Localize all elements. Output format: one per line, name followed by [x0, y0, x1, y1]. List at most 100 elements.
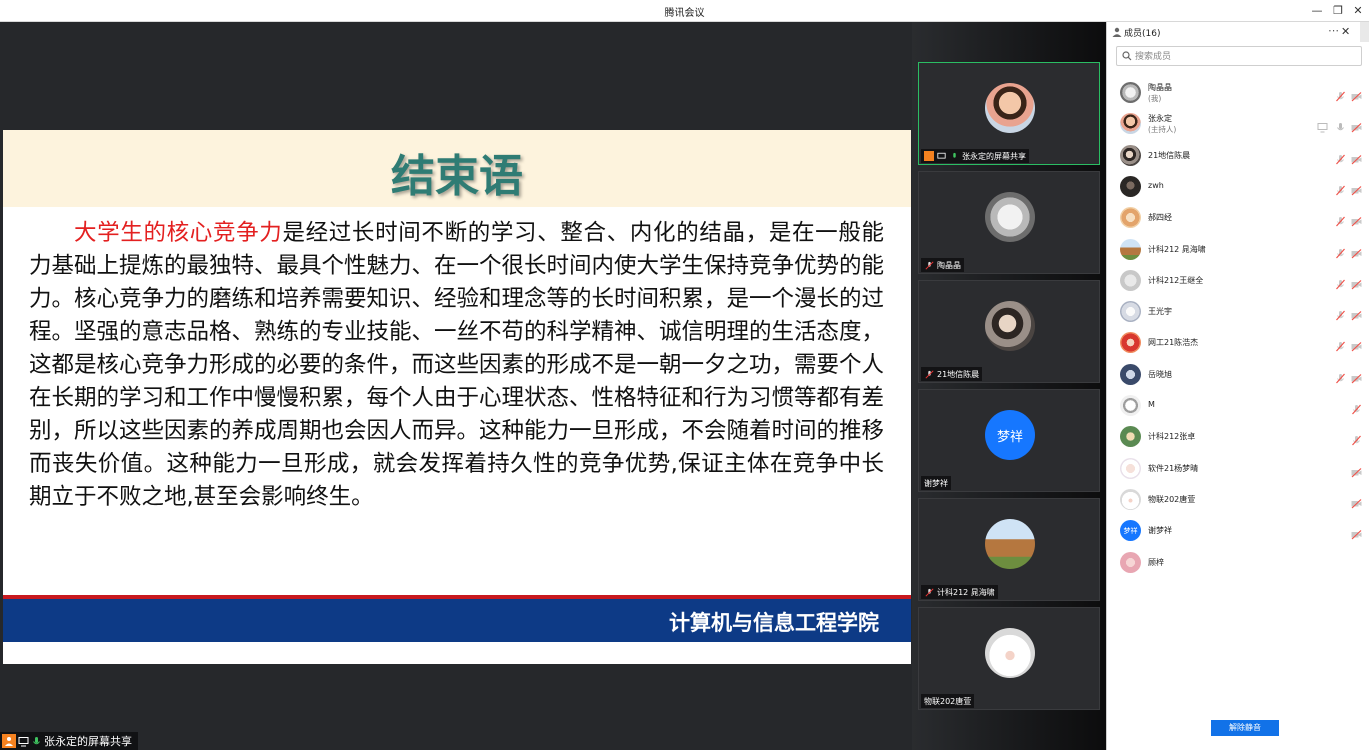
more-icon[interactable]: ⋯ [1328, 24, 1339, 37]
avatar [1120, 301, 1141, 323]
avatar [1120, 113, 1141, 135]
member-name: zwh [1148, 180, 1164, 190]
video-tile[interactable]: 张永定的屏幕共享 [918, 62, 1100, 165]
member-name: 物联202唐萱 [1148, 494, 1196, 504]
avatar [1120, 457, 1141, 479]
member-name: 软件21杨梦晴 [1148, 463, 1199, 473]
tile-name-bar: 陶晶晶 [921, 258, 964, 272]
mic-on-icon [31, 736, 42, 747]
camera-off-icon[interactable] [1351, 306, 1362, 321]
mic-off-icon[interactable] [1335, 150, 1346, 164]
camera-off-icon[interactable] [1351, 87, 1362, 102]
member-name: 顾梓 [1148, 557, 1164, 567]
video-tile[interactable]: 物联202唐萱 [918, 607, 1100, 710]
member-row[interactable]: 物联202唐萱 [1107, 484, 1362, 515]
video-tile[interactable]: 21地信陈晨 [918, 280, 1100, 383]
member-row[interactable]: 计科212张卓 [1107, 421, 1361, 452]
member-row[interactable]: 张永定 (主持人) [1107, 108, 1362, 139]
camera-off-icon[interactable] [1351, 244, 1362, 258]
member-role: (主持人) [1148, 125, 1177, 135]
member-name: 张永定 [1148, 114, 1172, 124]
member-row[interactable]: 顾梓 [1107, 547, 1357, 578]
unmute-all-button[interactable]: 解除静音 [1211, 720, 1279, 736]
tile-name-bar: 计科212 晁海啸 [921, 585, 998, 599]
video-tile[interactable]: 梦祥 谢梦祥 [918, 389, 1100, 492]
minimize-icon[interactable]: — [1309, 3, 1325, 18]
avatar-text: 梦祥 [1123, 526, 1138, 535]
mic-on-icon[interactable] [1335, 118, 1346, 131]
member-row[interactable]: 21地信陈晨 [1107, 140, 1362, 171]
member-name: 计科212王继全 [1148, 275, 1204, 285]
mic-off-icon[interactable] [1335, 212, 1346, 227]
member-row[interactable]: 计科212 晁海啸 [1107, 234, 1362, 265]
mic-off-icon[interactable] [1335, 181, 1346, 196]
camera-off-icon[interactable] [1351, 337, 1362, 352]
search-input[interactable] [1135, 49, 1355, 64]
mic-off-icon[interactable] [1335, 306, 1346, 321]
mic-off-icon[interactable] [1335, 244, 1346, 258]
avatar [985, 192, 1035, 242]
camera-off-icon[interactable] [1351, 212, 1362, 227]
video-tile[interactable]: 陶晶晶 [918, 171, 1100, 274]
restore-icon[interactable]: ❐ [1330, 3, 1346, 18]
member-row[interactable]: 梦祥 谢梦祥 [1107, 515, 1362, 546]
member-name: 计科212 晁海啸 [1148, 244, 1206, 254]
camera-off-icon[interactable] [1351, 369, 1362, 384]
mic-off-icon[interactable] [1351, 400, 1362, 415]
member-name: 计科212张卓 [1148, 432, 1196, 442]
tile-name: 陶晶晶 [937, 260, 961, 270]
member-name: 郝四经 [1148, 213, 1172, 223]
avatar [1120, 426, 1141, 448]
camera-off-icon[interactable] [1351, 463, 1362, 478]
member-row[interactable]: 郝四经 [1107, 202, 1362, 233]
close-panel-icon[interactable]: ✕ [1341, 25, 1350, 38]
avatar [1120, 363, 1141, 385]
member-row[interactable]: 陶晶晶 (我) [1107, 77, 1362, 108]
camera-off-icon[interactable] [1351, 494, 1362, 509]
avatar-text: 梦祥 [996, 429, 1023, 445]
member-row[interactable]: 岳晓旭 [1107, 359, 1362, 390]
mic-off-icon[interactable] [1351, 431, 1362, 446]
mic-on-icon [949, 151, 960, 162]
search-box[interactable] [1116, 46, 1362, 66]
avatar [985, 519, 1035, 569]
screen-share-icon [936, 151, 947, 162]
presentation-slide: 结束语 大学生的核心竞争力是经过长时间不断的学习、整合、内化的结晶，是在一般能力… [3, 130, 911, 664]
member-row[interactable]: 网工21陈浩杰 [1107, 327, 1362, 358]
member-name: 谢梦祥 [1148, 526, 1172, 536]
panel-title: 成员(16) [1124, 29, 1161, 39]
tile-name: 计科212 晁海啸 [937, 587, 995, 597]
host-icon [2, 734, 16, 748]
camera-off-icon[interactable] [1351, 525, 1362, 540]
slide-footer: 计算机与信息工程学院 [3, 599, 911, 642]
slide-highlight: 大学生的核心竞争力 [74, 220, 283, 246]
camera-off-icon[interactable] [1351, 118, 1362, 133]
member-row[interactable]: 计科212王继全 [1107, 265, 1362, 296]
video-gallery: 张永定的屏幕共享 陶晶晶 21地信陈晨 梦祥 谢梦祥 计科212 晁海啸 物联2… [912, 22, 1106, 750]
panel-header: 成员(16) ⋯ ✕ [1107, 22, 1369, 42]
camera-off-icon[interactable] [1351, 275, 1362, 290]
member-row[interactable]: 王光宇 [1107, 296, 1362, 327]
close-icon[interactable]: ✕ [1350, 3, 1366, 18]
video-tile[interactable]: 计科212 晁海啸 [918, 498, 1100, 601]
mic-off-icon[interactable] [1335, 87, 1346, 102]
avatar [1120, 551, 1141, 573]
camera-off-icon[interactable] [1351, 181, 1362, 196]
mic-off-icon [924, 260, 935, 271]
mic-off-icon[interactable] [1335, 337, 1346, 352]
search-icon [1122, 51, 1132, 61]
mic-off-icon[interactable] [1335, 369, 1346, 384]
avatar [1120, 175, 1141, 197]
tile-name-bar: 物联202唐萱 [921, 694, 975, 708]
scrollbar[interactable] [1360, 22, 1369, 42]
mic-off-icon[interactable] [1335, 275, 1346, 290]
tile-name: 21地信陈晨 [937, 369, 980, 379]
avatar [1120, 82, 1141, 103]
member-row[interactable]: M [1107, 390, 1361, 421]
tile-name-bar: 张永定的屏幕共享 [921, 149, 1029, 163]
avatar: 梦祥 [1120, 520, 1141, 542]
camera-off-icon[interactable] [1351, 150, 1362, 165]
avatar [1120, 144, 1141, 166]
member-row[interactable]: zwh [1107, 171, 1362, 202]
member-row[interactable]: 软件21杨梦晴 [1107, 453, 1362, 484]
